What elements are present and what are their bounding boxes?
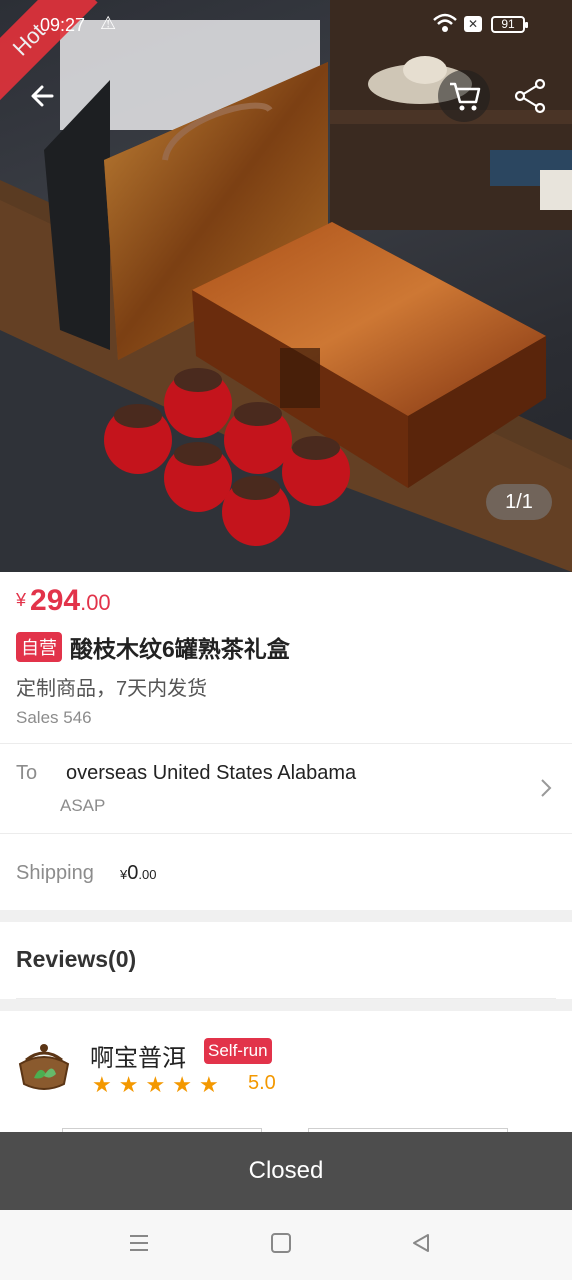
home-icon[interactable] xyxy=(270,1232,292,1254)
product-title-row: 自营 酸枝木纹6罐熟茶礼盒 xyxy=(16,630,290,664)
delivery-eta: ASAP xyxy=(60,796,106,815)
closed-button[interactable]: Closed xyxy=(0,1132,572,1210)
shop-logo xyxy=(12,1034,76,1098)
no-sim-icon: ✕ xyxy=(464,16,482,32)
share-button[interactable] xyxy=(504,70,556,122)
shipping-label: Shipping xyxy=(16,862,94,884)
shipping-integer: 0 xyxy=(127,862,139,884)
shipping-fee: ¥0.00 xyxy=(120,862,156,885)
ship-to-address: overseas United States Alabama xyxy=(66,762,357,784)
ship-to-row[interactable]: To overseas United States Alabama ASAP xyxy=(0,744,572,832)
star-icon: ★ xyxy=(198,1072,219,1097)
back-arrow-icon[interactable] xyxy=(22,76,66,120)
section-gap xyxy=(0,999,572,1011)
section-gap xyxy=(0,910,572,922)
star-icon: ★ xyxy=(118,1072,139,1097)
reviews-header[interactable]: Reviews(0) xyxy=(16,946,136,973)
image-pager: 1/1 xyxy=(486,484,552,520)
menu-icon[interactable] xyxy=(128,1232,150,1254)
share-icon xyxy=(514,78,546,114)
self-operated-badge: 自营 xyxy=(16,632,62,662)
product-title: 酸枝木纹6罐熟茶礼盒 xyxy=(70,636,290,662)
battery-icon: 91 xyxy=(491,16,528,33)
star-icon: ★ xyxy=(172,1072,192,1097)
status-bar: 09:27 ⚠ ✕ 91 xyxy=(0,0,572,52)
back-icon[interactable] xyxy=(410,1232,432,1254)
chevron-right-icon xyxy=(541,779,552,797)
shop-rating: 5.0 xyxy=(248,1072,276,1094)
price-currency: ¥ xyxy=(16,590,27,610)
shop-rating-stars: ★ ★ ★ ★ ★ xyxy=(92,1072,226,1098)
star-icon: ★ xyxy=(145,1072,166,1097)
star-icon: ★ xyxy=(92,1072,112,1097)
shipping-decimal: .00 xyxy=(138,867,157,882)
shop-card[interactable]: 啊宝普洱 Self-run ★ ★ ★ ★ ★ 5.0 xyxy=(0,1012,572,1134)
battery-level: 91 xyxy=(501,17,515,31)
warning-icon: ⚠ xyxy=(100,13,117,33)
cart-icon xyxy=(450,82,481,111)
cart-button[interactable] xyxy=(438,70,490,122)
system-nav-bar xyxy=(0,1210,572,1280)
price-decimal: .00 xyxy=(80,590,111,615)
product-image[interactable]: Hot 09:27 ⚠ ✕ 91 1/1 xyxy=(0,0,572,572)
price: ¥294.00 xyxy=(16,584,111,618)
price-integer: 294 xyxy=(30,584,81,617)
shop-name: 啊宝普洱 xyxy=(90,1045,186,1072)
shipping-row: Shipping ¥0.00 xyxy=(0,834,572,910)
self-run-badge: Self-run xyxy=(204,1038,272,1064)
sales-count: Sales 546 xyxy=(16,708,92,727)
ship-to-label: To xyxy=(16,762,38,784)
wifi-icon xyxy=(433,13,457,32)
product-subtitle: 定制商品，7天内发货 xyxy=(16,678,208,700)
status-time: 09:27 xyxy=(40,15,86,35)
